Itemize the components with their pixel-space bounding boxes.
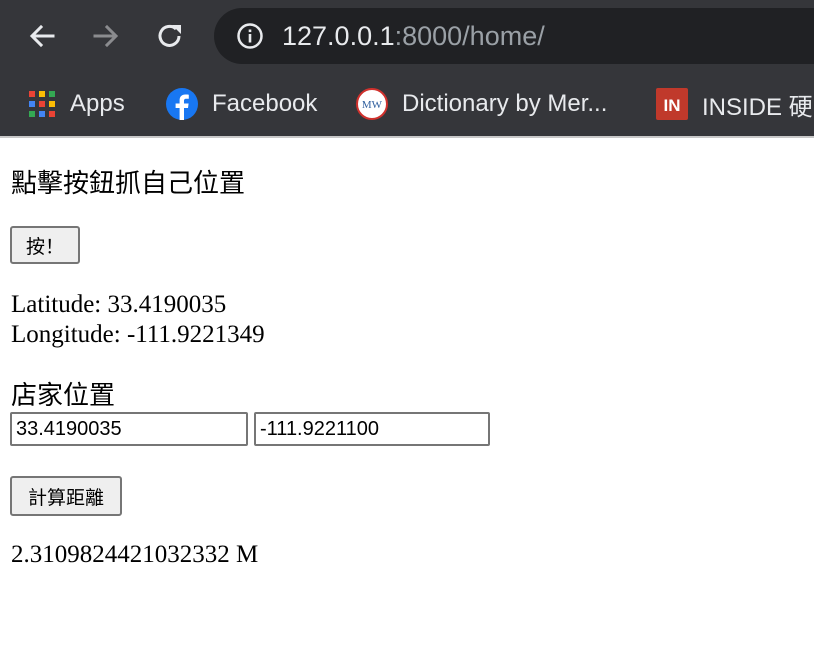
svg-text:MW: MW (362, 99, 383, 111)
longitude-readout: Longitude: -111.9221349 (11, 321, 265, 348)
bookmark-label: Facebook (212, 90, 318, 117)
store-longitude-input[interactable] (254, 412, 490, 446)
bookmark-dictionary[interactable]: MW Dictionary by Mer... (356, 84, 607, 124)
merriam-webster-icon: MW (356, 88, 388, 120)
url-path: :8000/home/ (394, 21, 545, 51)
back-button[interactable] (22, 16, 62, 56)
page-content: 點擊按鈕抓自己位置 按！ Latitude: 33.4190035 Longit… (0, 138, 814, 670)
store-latitude-input[interactable] (10, 412, 248, 446)
back-arrow-icon (29, 24, 55, 48)
latitude-readout: Latitude: 33.4190035 (11, 291, 227, 318)
inside-icon: IN (656, 88, 688, 120)
distance-result: 2.3109824421032332 M (11, 541, 259, 568)
current-coordinates: Latitude: 33.4190035 Longitude: -111.922… (11, 290, 265, 350)
calculate-distance-button[interactable]: 計算距離 (10, 476, 122, 516)
facebook-icon (166, 88, 198, 120)
bookmark-label: Dictionary by Mer... (402, 90, 608, 117)
bookmark-label: INSIDE 硬 (702, 93, 813, 121)
locate-button[interactable]: 按！ (10, 226, 80, 264)
bookmarks-bar: Apps Facebook MW Dictionary by Mer... IN… (0, 72, 814, 136)
svg-text:IN: IN (664, 96, 681, 115)
url-text[interactable]: 127.0.0.1:8000/home/ (282, 18, 545, 54)
url-host: 127.0.0.1 (282, 21, 395, 51)
bookmark-label: Apps (70, 90, 125, 117)
address-bar[interactable]: 127.0.0.1:8000/home/ (214, 8, 814, 64)
forward-button[interactable] (86, 16, 126, 56)
apps-grid-icon (29, 91, 55, 117)
reload-icon (158, 24, 181, 47)
forward-arrow-icon (93, 24, 119, 48)
browser-chrome: 127.0.0.1:8000/home/ Apps Facebook MW Di… (0, 0, 814, 138)
bookmark-apps[interactable]: Apps (28, 84, 125, 124)
info-icon[interactable] (236, 22, 264, 50)
reload-button[interactable] (150, 16, 190, 56)
browser-toolbar: 127.0.0.1:8000/home/ (0, 0, 814, 72)
store-location-label: 店家位置 (11, 381, 116, 410)
bookmark-facebook[interactable]: Facebook (166, 84, 317, 124)
bookmark-inside[interactable]: IN INSIDE 硬 (656, 84, 813, 124)
page-heading: 點擊按鈕抓自己位置 (11, 169, 246, 198)
